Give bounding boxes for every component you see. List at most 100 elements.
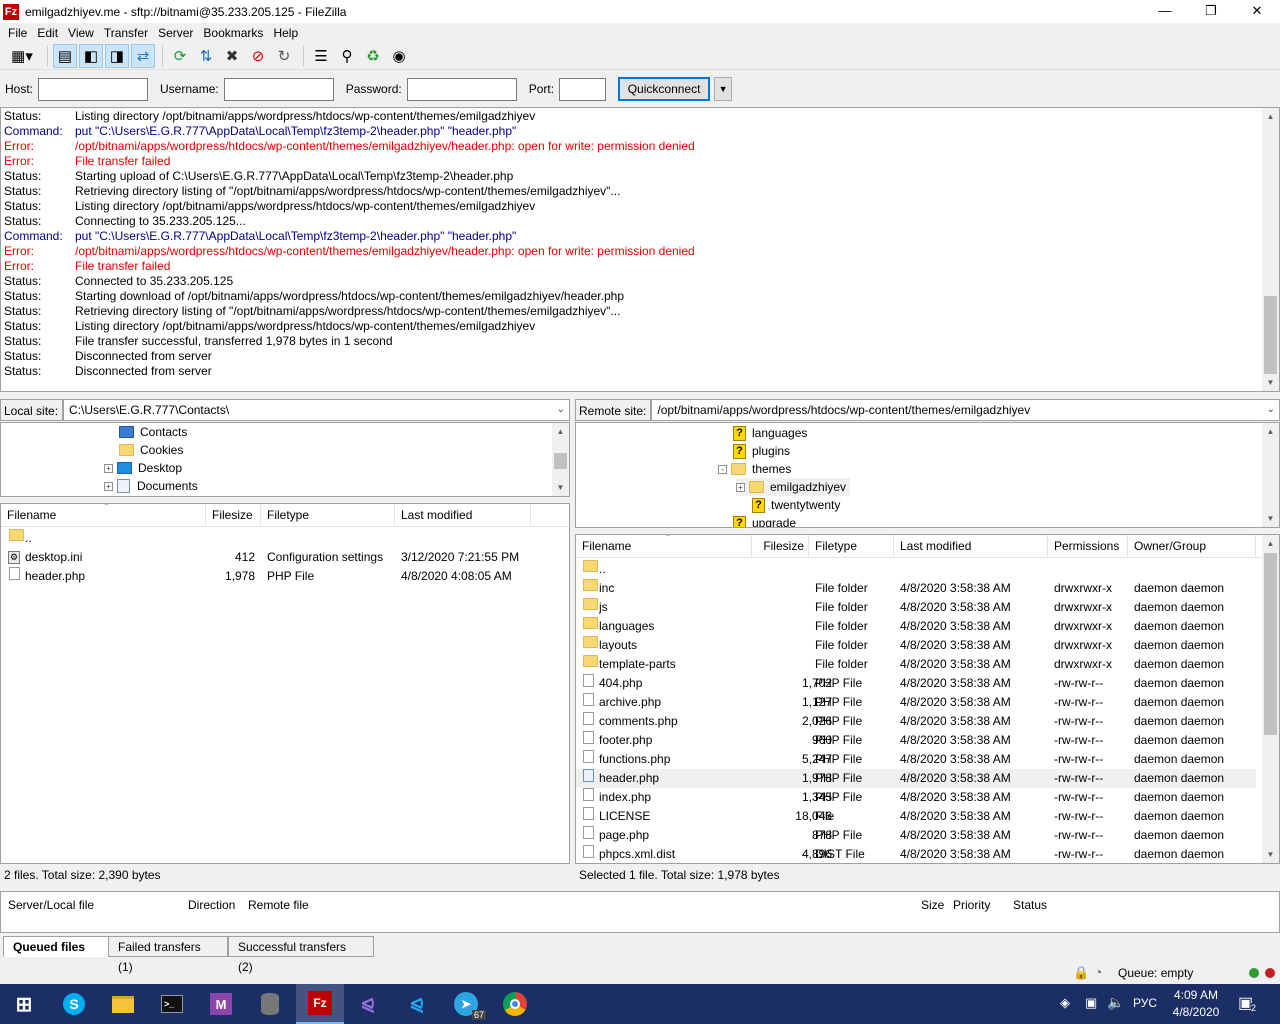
- synchronized-browsing-icon[interactable]: ♻: [361, 44, 385, 68]
- reconnect-icon[interactable]: ↻: [272, 44, 296, 68]
- scroll-up-icon[interactable]: ▲: [552, 423, 569, 440]
- cancel-operation-icon[interactable]: ✖: [220, 44, 244, 68]
- database-icon[interactable]: [261, 993, 279, 1015]
- tree-item-upgrade[interactable]: ? upgrade: [733, 514, 796, 527]
- directory-filter-icon[interactable]: ☰: [309, 44, 333, 68]
- quickconnect-button[interactable]: Quickconnect: [618, 77, 711, 101]
- tree-item-twentytwenty[interactable]: ? twentytwenty: [752, 496, 840, 514]
- local-tree-scrollbar[interactable]: ▲ ▼: [552, 423, 569, 496]
- tree-item-desktop[interactable]: + Desktop: [104, 459, 182, 477]
- scroll-down-icon[interactable]: ▼: [1262, 510, 1279, 527]
- quickconnect-dropdown-icon[interactable]: ▼: [714, 77, 733, 101]
- menu-bookmarks[interactable]: Bookmarks: [198, 26, 268, 40]
- column-filesize[interactable]: Filesize: [206, 504, 261, 527]
- column-size[interactable]: Size: [921, 898, 944, 912]
- local-file-list[interactable]: Filename Filesize Filetype Last modified…: [0, 503, 570, 864]
- list-item[interactable]: js File folder 4/8/2020 3:58:38 AM drwxrwxr…: [576, 598, 1256, 617]
- close-icon[interactable]: ✕: [1234, 0, 1280, 23]
- vscode-icon[interactable]: ⪨: [411, 991, 423, 1017]
- list-item[interactable]: ..: [1, 529, 569, 548]
- remote-file-list[interactable]: Filename Filesize Filetype Last modified…: [575, 534, 1280, 864]
- log-scrollbar[interactable]: ▲ ▼: [1262, 108, 1279, 391]
- list-item[interactable]: comments.php 2,026 PHP File 4/8/2020 3:58:3…: [576, 712, 1256, 731]
- clock-date[interactable]: 4/8/2020: [1171, 1005, 1221, 1019]
- list-item[interactable]: header.php 1,978 PHP File 4/8/2020 3:58:38 …: [576, 769, 1256, 788]
- menu-server[interactable]: Server: [153, 26, 198, 40]
- local-path-input[interactable]: C:\Users\E.G.R.777\Contacts\ ⌄: [63, 399, 570, 421]
- windows-start-icon[interactable]: ⊞: [8, 988, 40, 1020]
- toggle-transfer-queue-icon[interactable]: ⇄: [131, 43, 155, 68]
- toggle-local-tree-icon[interactable]: ◧: [79, 43, 103, 68]
- host-input[interactable]: [38, 77, 149, 101]
- list-item[interactable]: layouts File folder 4/8/2020 3:58:38 AM drw…: [576, 636, 1256, 655]
- scroll-up-icon[interactable]: ▲: [1262, 423, 1279, 440]
- list-item[interactable]: header.php 1,978 PHP File 4/8/2020 4:08:…: [1, 567, 569, 586]
- scroll-thumb[interactable]: [1264, 553, 1277, 735]
- column-remote-file[interactable]: Remote file: [248, 898, 309, 912]
- tree-item-cookies[interactable]: Cookies: [119, 441, 183, 459]
- menu-edit[interactable]: Edit: [32, 26, 63, 40]
- list-item[interactable]: LICENSE 18,046 File 4/8/2020 3:58:38 AM -rw-…: [576, 807, 1256, 826]
- remote-directory-tree[interactable]: ? languages ? plugins - themes + emilgad…: [575, 422, 1280, 528]
- tree-item-documents[interactable]: + Documents: [104, 477, 198, 495]
- minimize-icon[interactable]: —: [1142, 0, 1188, 23]
- column-direction[interactable]: Direction: [188, 898, 235, 912]
- username-input[interactable]: [223, 77, 334, 101]
- column-owner-group[interactable]: Owner/Group: [1128, 535, 1256, 558]
- list-item[interactable]: footer.php 960 PHP File 4/8/2020 3:58:38 AM…: [576, 731, 1256, 750]
- tab-failed-transfers[interactable]: Failed transfers (1): [108, 936, 228, 974]
- tab-successful-transfers[interactable]: Successful transfers (2): [228, 936, 374, 974]
- list-item[interactable]: archive.php 1,127 PHP File 4/8/2020 3:58:38…: [576, 693, 1256, 712]
- clock-time[interactable]: 4:09 AM: [1171, 988, 1221, 1002]
- message-log[interactable]: Status: Listing directory /opt/bitnami/ap…: [0, 107, 1280, 392]
- remote-path-input[interactable]: /opt/bitnami/apps/wordpress/htdocs/wp-co…: [651, 399, 1280, 421]
- menu-help[interactable]: Help: [268, 26, 303, 40]
- list-item[interactable]: 404.php 1,702 PHP File 4/8/2020 3:58:38 AM -…: [576, 674, 1256, 693]
- column-permissions[interactable]: Permissions: [1048, 535, 1128, 558]
- column-status[interactable]: Status: [1013, 898, 1047, 912]
- process-queue-icon[interactable]: ⇅: [194, 44, 218, 68]
- volume-icon[interactable]: 🔈: [1107, 994, 1124, 1011]
- tree-item-plugins[interactable]: ? plugins: [733, 442, 790, 460]
- column-filetype[interactable]: Filetype: [809, 535, 894, 558]
- scroll-down-icon[interactable]: ▼: [1262, 374, 1279, 391]
- refresh-icon[interactable]: ⟳: [168, 44, 192, 68]
- filezilla-icon[interactable]: Fz: [308, 991, 332, 1015]
- expand-icon[interactable]: +: [104, 463, 113, 473]
- list-item[interactable]: ..: [576, 560, 1256, 579]
- tab-queued-files[interactable]: Queued files: [3, 936, 109, 957]
- chevron-down-icon[interactable]: ⌄: [1267, 400, 1275, 420]
- skype-icon[interactable]: S: [63, 993, 85, 1015]
- toggle-message-log-icon[interactable]: ▤: [53, 43, 77, 68]
- column-last-modified[interactable]: Last modified: [395, 504, 531, 527]
- scroll-up-icon[interactable]: ▲: [1262, 535, 1279, 552]
- list-item[interactable]: template-parts File folder 4/8/2020 3:58:3…: [576, 655, 1256, 674]
- site-manager-icon[interactable]: ▦▾: [4, 44, 40, 68]
- tree-item-languages[interactable]: ? languages: [733, 424, 807, 442]
- column-server-local-file[interactable]: Server/Local file: [8, 898, 94, 912]
- terminal-icon[interactable]: >_: [161, 995, 183, 1013]
- list-item[interactable]: ⚙ desktop.ini 412 Configuration settings…: [1, 548, 569, 567]
- list-item[interactable]: inc File folder 4/8/2020 3:58:38 AM drwxrwx…: [576, 579, 1256, 598]
- transfer-queue[interactable]: Server/Local file Direction Remote file …: [0, 891, 1280, 933]
- markdown-editor-icon[interactable]: M: [210, 993, 232, 1015]
- column-filetype[interactable]: Filetype: [261, 504, 395, 527]
- port-input[interactable]: [559, 77, 607, 101]
- column-last-modified[interactable]: Last modified: [894, 535, 1048, 558]
- visual-studio-icon[interactable]: ⪨: [362, 991, 374, 1017]
- restore-icon[interactable]: ❐: [1188, 0, 1234, 23]
- scroll-down-icon[interactable]: ▼: [1262, 846, 1279, 863]
- menu-transfer[interactable]: Transfer: [99, 26, 153, 40]
- toggle-remote-tree-icon[interactable]: ◨: [105, 43, 129, 68]
- network-status-icon[interactable]: ▣: [1085, 995, 1097, 1011]
- expand-icon[interactable]: +: [104, 481, 113, 491]
- compare-directories-icon[interactable]: ⚲: [335, 44, 359, 68]
- tree-item-contacts[interactable]: Contacts: [119, 423, 187, 441]
- collapse-icon[interactable]: -: [718, 464, 727, 474]
- remote-tree-scrollbar[interactable]: ▲ ▼: [1262, 423, 1279, 527]
- tree-item-emilgadzhiyev[interactable]: + emilgadzhiyev: [736, 478, 851, 496]
- chevron-down-icon[interactable]: ⌄: [557, 400, 565, 420]
- password-input[interactable]: [406, 77, 517, 101]
- disconnect-icon[interactable]: ⊘: [246, 44, 270, 68]
- column-filesize[interactable]: Filesize: [752, 535, 809, 558]
